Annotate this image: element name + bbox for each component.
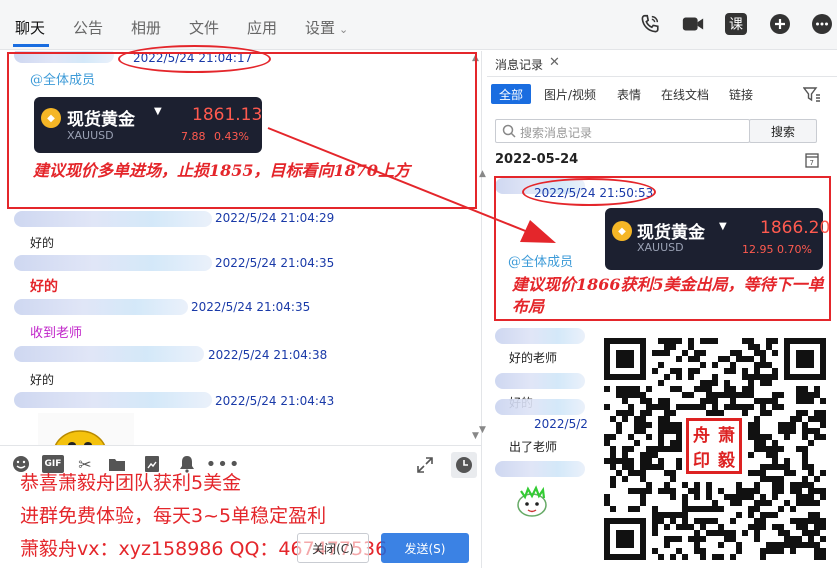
phone-icon[interactable]	[638, 12, 662, 36]
seal-character: 萧	[718, 426, 735, 446]
scroll-down-icon[interactable]: ▼	[479, 425, 486, 435]
search-icon	[502, 124, 516, 138]
message-text: 好的	[30, 279, 58, 295]
message-timestamp: 2022/5/24 21:04:43	[215, 394, 335, 408]
message-text: 好的老师	[509, 351, 558, 365]
annotation-circle	[118, 45, 271, 73]
tab-announcements[interactable]: 公告	[73, 17, 103, 38]
promo-line-2: 进群免费体验，每天3~5单稳定盈利	[20, 505, 327, 527]
scroll-down-icon[interactable]: ▼	[472, 431, 479, 441]
message-timestamp: 2022/5/24 21:04:35	[191, 300, 311, 314]
sender-name-blurred	[495, 328, 585, 344]
lesson-icon[interactable]: 课	[725, 13, 747, 35]
chevron-down-icon: ⌄	[339, 23, 349, 36]
close-button[interactable]: 关闭(C)	[297, 533, 369, 563]
sender-name-blurred	[14, 346, 204, 362]
sticker-message[interactable]	[38, 413, 134, 445]
tab-apps[interactable]: 应用	[247, 17, 277, 38]
message-timestamp: 2022/5/24 21:04:29	[215, 211, 335, 225]
seal-character: 印	[693, 451, 710, 471]
history-date-heading: 2022-05-24	[495, 152, 579, 167]
message-text: 好的	[30, 373, 55, 387]
close-icon[interactable]: ✕	[549, 55, 560, 70]
add-icon[interactable]	[768, 12, 792, 36]
filter-options-icon[interactable]	[802, 86, 821, 105]
active-tab-indicator	[13, 44, 49, 47]
filter-links[interactable]: 链接	[729, 84, 753, 104]
sender-name-blurred	[14, 299, 188, 315]
cartoon-sticker[interactable]	[513, 481, 551, 519]
sender-name-blurred	[14, 255, 212, 271]
filter-docs[interactable]: 在线文档	[661, 84, 709, 104]
sender-name-blurred	[495, 399, 585, 415]
seal-character: 毅	[718, 451, 735, 471]
tab-chat[interactable]: 聊天	[15, 17, 45, 38]
message-text: 收到老师	[30, 326, 83, 341]
message-timestamp: 2022/5/2	[534, 417, 588, 431]
filter-media[interactable]: 图片/视频	[544, 84, 596, 104]
more-icon[interactable]	[810, 12, 834, 36]
send-button[interactable]: 发送(S)	[381, 533, 469, 563]
video-call-icon[interactable]	[681, 12, 705, 36]
tab-settings-label: 设置	[305, 19, 336, 37]
history-panel-title: 消息记录	[495, 58, 544, 72]
top-navigation: 聊天 公告 相册 文件 应用 设置 ⌄ 课	[0, 0, 837, 50]
divider	[487, 76, 837, 77]
history-search-button[interactable]: 搜索	[749, 119, 817, 143]
sender-name-blurred	[14, 392, 212, 408]
scroll-up-icon[interactable]: ▲	[479, 169, 486, 179]
search-placeholder: 搜索消息记录	[520, 126, 593, 140]
filter-stickers[interactable]: 表情	[617, 84, 641, 104]
history-clock-icon[interactable]	[451, 452, 477, 478]
emoji-face-sticker	[54, 430, 106, 445]
tab-settings[interactable]: 设置 ⌄	[305, 17, 348, 38]
calendar-icon[interactable]: 7	[805, 152, 819, 171]
message-text: 好的	[30, 236, 55, 250]
name-seal-stamp: 舟 萧 印 毅	[686, 418, 742, 474]
promo-line-1: 恭喜萧毅舟团队获利5美金	[20, 472, 242, 494]
seal-character: 舟	[693, 426, 710, 446]
tab-files[interactable]: 文件	[189, 17, 219, 38]
filter-all[interactable]: 全部	[491, 84, 532, 104]
history-search-input[interactable]: 搜索消息记录	[495, 119, 750, 143]
sender-name-blurred	[495, 373, 585, 389]
message-timestamp: 2022/5/24 21:04:38	[208, 348, 328, 362]
sender-name-blurred	[495, 461, 585, 477]
expand-icon[interactable]	[416, 456, 434, 474]
svg-text:7: 7	[810, 159, 814, 167]
annotation-frame	[7, 52, 477, 209]
annotation-circle	[522, 178, 656, 206]
message-text: 出了老师	[509, 440, 558, 454]
tab-album[interactable]: 相册	[131, 17, 161, 38]
message-timestamp: 2022/5/24 21:04:35	[215, 256, 335, 270]
sender-name-blurred	[14, 211, 212, 227]
